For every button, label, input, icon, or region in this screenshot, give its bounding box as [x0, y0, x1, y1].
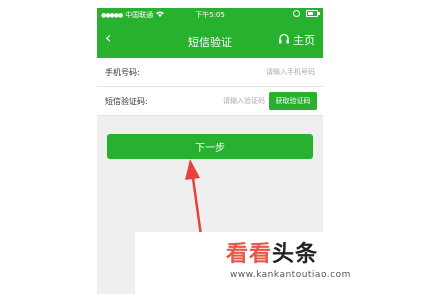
watermark-brand-dark: 头条: [272, 242, 319, 267]
watermark-url: www.kankantoutiao.com: [230, 270, 351, 280]
watermark-brand-colored: 看看: [226, 242, 273, 267]
watermark-logo: 看看头条: [226, 236, 318, 268]
